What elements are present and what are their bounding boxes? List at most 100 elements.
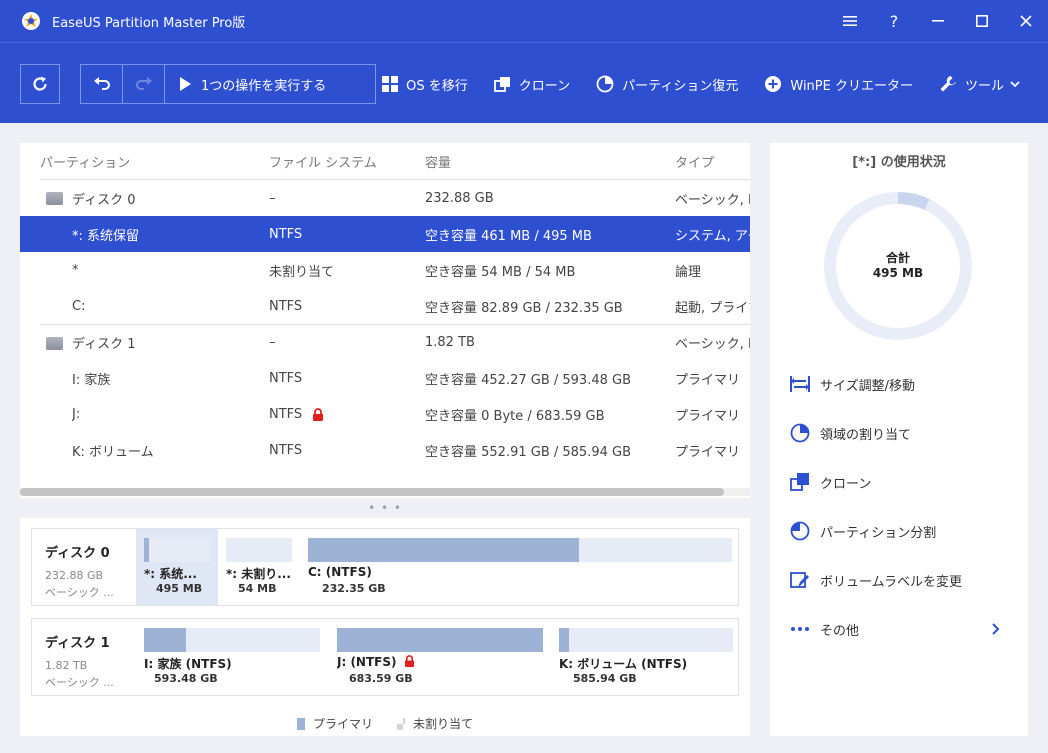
row-capacity: 232.88 GB xyxy=(425,190,494,206)
tools-menu-button[interactable]: ツール xyxy=(939,75,1020,94)
map-segment-unallocated[interactable]: *: 未割り... 54 MB xyxy=(218,529,300,605)
usage-fill xyxy=(144,628,187,652)
redo-button[interactable] xyxy=(123,65,165,103)
header-type[interactable]: タイプ xyxy=(675,152,714,171)
clone-partition-button[interactable]: クローン xyxy=(790,470,1010,494)
split-icon xyxy=(790,521,810,541)
horizontal-scrollbar-thumb[interactable] xyxy=(20,488,724,496)
row-fs: NTFS xyxy=(269,442,303,458)
label-edit-icon xyxy=(790,572,809,588)
row-fs-cell: NTFS xyxy=(269,407,324,422)
legend-primary: プライマリ xyxy=(296,715,373,732)
table-header: パーティション ファイル システム 容量 タイプ xyxy=(40,143,750,180)
disk-type: ベーシック ... xyxy=(45,676,114,689)
clone-button[interactable]: クローン xyxy=(493,75,570,94)
row-name: ディスク 1 xyxy=(72,337,136,352)
row-type: 論理 xyxy=(675,264,702,280)
header-capacity[interactable]: 容量 xyxy=(425,152,451,171)
row-name: C: xyxy=(72,298,86,314)
header-filesystem[interactable]: ファイル システム xyxy=(269,152,377,171)
row-type: ベーシック, MBR xyxy=(675,192,750,208)
row-fs: – xyxy=(269,335,276,350)
header-partition[interactable]: パーティション xyxy=(40,152,130,171)
table-row-j-drive[interactable]: J: NTFS 空き容量 0 Byte / 683.59 GB プライマリ xyxy=(20,396,750,432)
usage-bar xyxy=(144,628,320,652)
table-row-i-drive[interactable]: I: 家族 NTFS 空き容量 452.27 GB / 593.48 GB プラ… xyxy=(20,360,750,396)
lock-icon xyxy=(404,655,414,667)
table-row-c-drive[interactable]: C: NTFS 空き容量 82.89 GB / 232.35 GB 起動, プラ… xyxy=(20,288,750,324)
row-fs: NTFS xyxy=(269,298,303,314)
legend-label: 未割り当て xyxy=(413,717,474,731)
disk-type: ベーシック ... xyxy=(45,586,114,599)
migrate-os-button[interactable]: OS を移行 xyxy=(382,75,468,94)
legend-swatch xyxy=(296,717,305,730)
resize-move-button[interactable]: サイズ調整/移動 xyxy=(790,372,1010,396)
total-value: 495 MB xyxy=(872,266,924,280)
chevron-down-icon xyxy=(1010,80,1020,87)
help-icon[interactable]: ? xyxy=(872,0,916,42)
disk-map-disk-1[interactable]: ディスク 1 1.82 TB ベーシック ... I: 家族 (NTFS) 59… xyxy=(31,618,739,696)
minimize-icon[interactable] xyxy=(916,0,960,42)
op-label: クローン xyxy=(820,476,872,492)
panel-splitter-handle[interactable]: • • • xyxy=(20,498,750,518)
more-operations-button[interactable]: その他 xyxy=(790,617,1010,641)
disk-icon xyxy=(46,192,63,205)
plus-circle-icon xyxy=(765,76,782,92)
table-row-system-reserved[interactable]: *: 系统保留 NTFS 空き容量 461 MB / 495 MB システム, … xyxy=(20,216,750,252)
partition-recovery-button[interactable]: パーティション復元 xyxy=(596,75,738,94)
segment-label: I: 家族 (NTFS) xyxy=(144,657,232,671)
row-capacity: 空き容量 452.27 GB / 593.48 GB xyxy=(425,372,632,388)
partition-table: パーティション ファイル システム 容量 タイプ ディスク 0 – 232.88… xyxy=(20,143,750,498)
row-capacity: 1.82 TB xyxy=(425,335,475,350)
map-segment-j-drive[interactable]: J: (NTFS) 683.59 GB xyxy=(329,619,549,695)
disk-icon xyxy=(46,337,63,350)
split-partition-button[interactable]: パーティション分割 xyxy=(790,519,1010,543)
row-name: ディスク 0 xyxy=(72,192,136,208)
disk-map-legend: プライマリ 未割り当て xyxy=(20,715,750,732)
table-row-disk-1[interactable]: ディスク 1 – 1.82 TB ベーシック, MBR xyxy=(40,324,750,360)
winpe-creator-button[interactable]: WinPE クリエーター xyxy=(764,75,913,94)
map-segment-i-drive[interactable]: I: 家族 (NTFS) 593.48 GB xyxy=(136,619,326,695)
op-label: その他 xyxy=(820,623,860,639)
row-capacity: 空き容量 552.91 GB / 585.94 GB xyxy=(425,444,632,460)
usage-fill xyxy=(144,538,149,562)
row-capacity: 空き容量 54 MB / 54 MB xyxy=(425,264,576,280)
map-segment-c-drive[interactable]: C: (NTFS) 232.35 GB xyxy=(300,529,736,605)
donut-center-text: 合計 495 MB xyxy=(823,251,973,281)
row-name: *: 系统保留 xyxy=(72,228,140,244)
clone-icon xyxy=(493,76,510,92)
segment-label-wrap: J: (NTFS) xyxy=(337,655,415,669)
usage-bar xyxy=(559,628,733,652)
table-row-k-drive[interactable]: K: ボリューム NTFS 空き容量 552.91 GB / 585.94 GB… xyxy=(20,432,750,468)
disk-map-disk-0[interactable]: ディスク 0 232.88 GB ベーシック ... *: 系统... 495 … xyxy=(31,528,739,606)
tools-label: ツール xyxy=(964,78,1004,94)
table-row-disk-0[interactable]: ディスク 0 – 232.88 GB ベーシック, MBR xyxy=(40,180,750,216)
disk-name: ディスク 0 xyxy=(45,546,110,561)
unallocated-bar xyxy=(226,538,292,562)
change-volume-label-button[interactable]: ボリュームラベルを変更 xyxy=(790,568,1010,592)
segment-label: *: 系统... xyxy=(144,567,197,581)
row-type: ベーシック, MBR xyxy=(675,337,750,352)
maximize-icon[interactable] xyxy=(960,0,1004,42)
segment-size: 683.59 GB xyxy=(349,672,413,685)
table-row-unallocated[interactable]: * 未割り当て 空き容量 54 MB / 54 MB 論理 xyxy=(20,252,750,288)
allocate-space-button[interactable]: 領域の割り当て xyxy=(790,421,1010,445)
partition-recovery-label: パーティション復元 xyxy=(622,78,739,94)
window-title: EaseUS Partition Master Pro版 xyxy=(52,15,246,31)
resize-icon xyxy=(790,376,810,392)
op-label: サイズ調整/移動 xyxy=(820,378,915,394)
disk-size: 1.82 TB xyxy=(45,659,88,672)
menu-icon[interactable] xyxy=(828,0,872,42)
segment-size: 593.48 GB xyxy=(154,672,218,685)
refresh-button[interactable] xyxy=(20,64,60,104)
usage-title: [*:] の使用状況 xyxy=(852,155,946,170)
map-segment-system-reserved[interactable]: *: 系统... 495 MB xyxy=(136,529,218,605)
map-segment-k-drive[interactable]: K: ボリューム (NTFS) 585.94 GB xyxy=(551,619,737,695)
execute-operations-button[interactable]: 1つの操作を実行する xyxy=(165,65,326,103)
migrate-os-label: OS を移行 xyxy=(406,78,468,94)
op-label: ボリュームラベルを変更 xyxy=(820,574,962,590)
close-icon[interactable] xyxy=(1004,0,1048,42)
winpe-creator-label: WinPE クリエーター xyxy=(790,78,913,94)
undo-button[interactable] xyxy=(81,65,123,103)
refresh-icon xyxy=(33,76,47,91)
